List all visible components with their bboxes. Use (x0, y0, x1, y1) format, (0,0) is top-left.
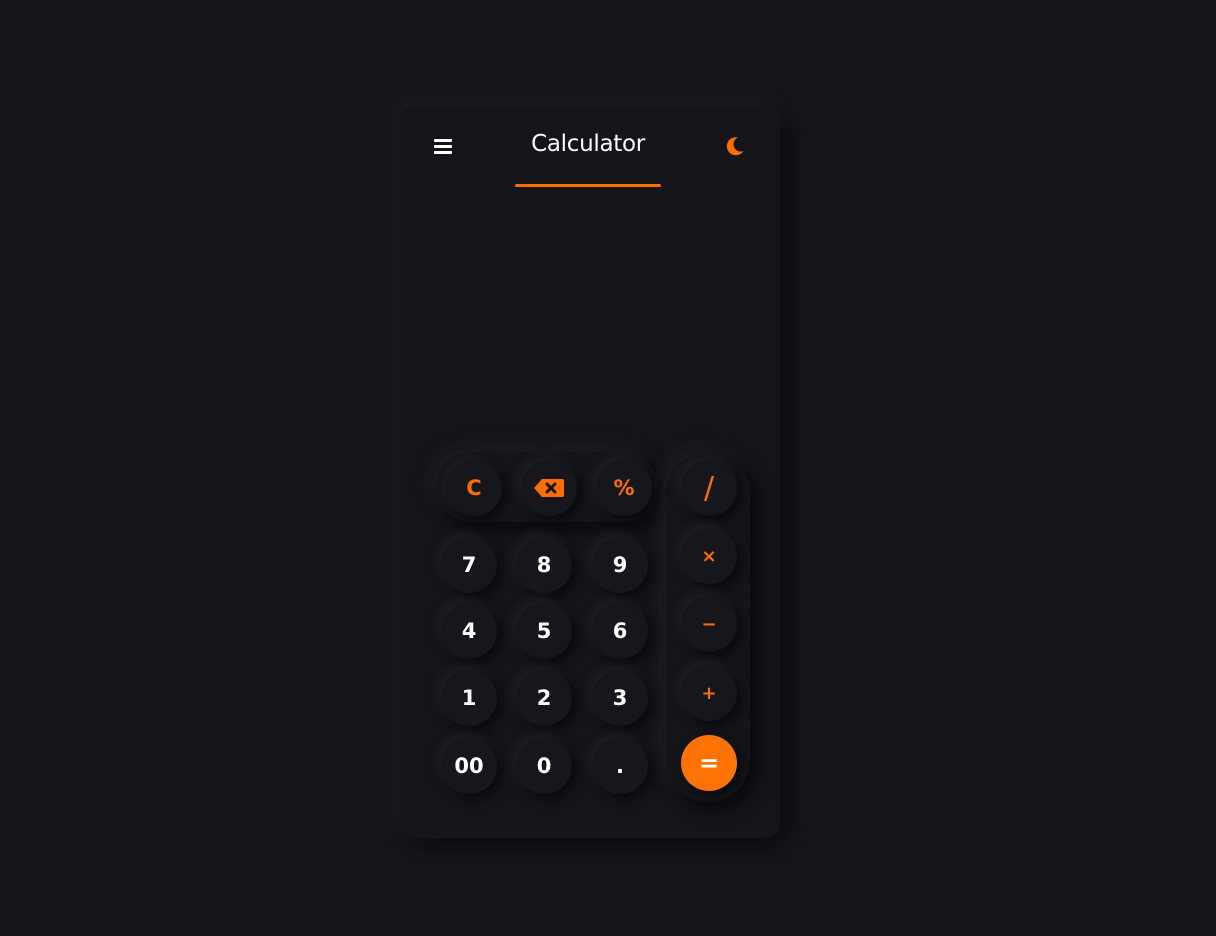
digit-1-button[interactable]: 1 (441, 670, 497, 726)
digit-2-button[interactable]: 2 (516, 670, 572, 726)
title-underline (515, 184, 661, 187)
percent-button[interactable]: % (596, 460, 652, 516)
digit-5-button[interactable]: 5 (516, 603, 572, 659)
calculator-card: Calculator C % / × − + = 7 8 9 4 5 6 1 2… (400, 106, 780, 838)
hamburger-menu-icon[interactable] (433, 137, 453, 155)
digit-0-button[interactable]: 0 (516, 738, 572, 794)
digit-3-button[interactable]: 3 (592, 670, 648, 726)
multiply-button[interactable]: × (681, 528, 737, 584)
backspace-button[interactable] (521, 460, 577, 516)
moon-icon[interactable] (724, 135, 746, 157)
digit-7-button[interactable]: 7 (441, 537, 497, 593)
digit-8-button[interactable]: 8 (516, 537, 572, 593)
page-title: Calculator (531, 131, 645, 157)
digit-4-button[interactable]: 4 (441, 603, 497, 659)
digit-9-button[interactable]: 9 (592, 537, 648, 593)
decimal-button[interactable]: . (592, 738, 648, 794)
clear-button[interactable]: C (446, 460, 502, 516)
double-zero-button[interactable]: 00 (441, 738, 497, 794)
calculator-display (430, 206, 750, 446)
backspace-icon (534, 479, 564, 497)
digit-6-button[interactable]: 6 (592, 603, 648, 659)
add-button[interactable]: + (681, 665, 737, 721)
subtract-button[interactable]: − (681, 596, 737, 652)
equals-button[interactable]: = (681, 735, 737, 791)
divide-button[interactable]: / (681, 460, 737, 516)
